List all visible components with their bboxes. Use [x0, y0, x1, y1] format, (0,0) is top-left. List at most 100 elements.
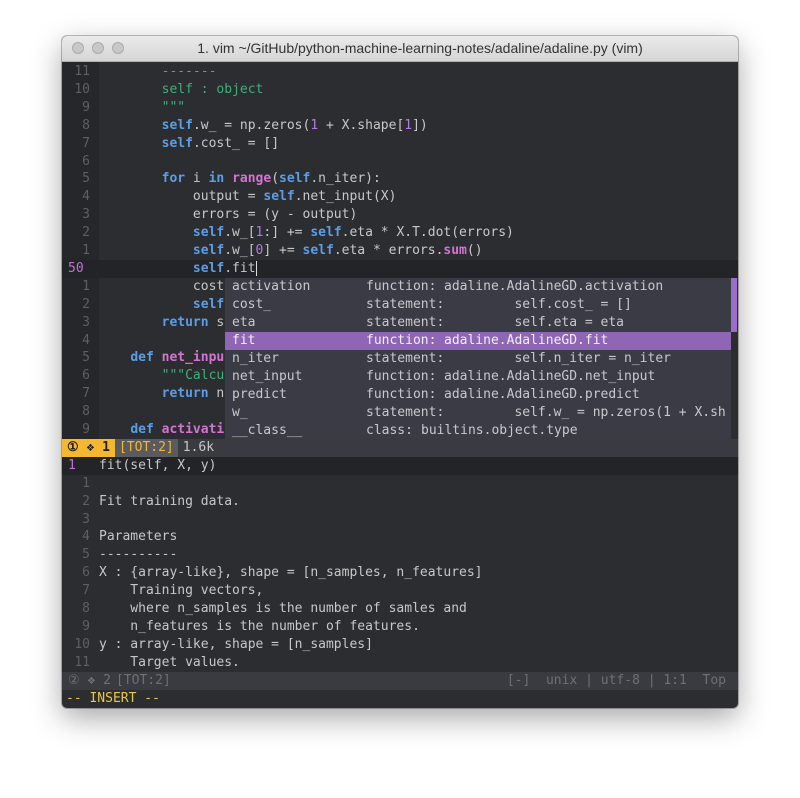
completion-info: adaline.AdalineGD.activation [444, 278, 664, 294]
line-number: 7 [82, 583, 90, 599]
completion-item-netinput[interactable]: net_input function: adaline.AdalineGD.net_… [225, 368, 731, 386]
window-title: 1. vim ~/GitHub/python-machine-learning-… [197, 40, 643, 56]
line-number: 1 [68, 457, 76, 473]
line-number: 9 [82, 618, 90, 634]
completion-kind: function: [366, 386, 437, 402]
line-number: 3 [82, 207, 90, 223]
completion-info: self.n_iter = n_iter [444, 350, 671, 366]
code-token: ] += [263, 243, 303, 258]
completion-info: self.w_ = np.zeros(1 + X.sh [444, 404, 726, 420]
doc-text: ---------- [99, 547, 178, 563]
line-number: 2 [82, 225, 90, 241]
doc-line: 4 Parameters [62, 528, 738, 546]
doc-text: Fit training data. [99, 493, 240, 509]
line-number: 10 [74, 81, 90, 97]
code-line[interactable]: 10 self : object [62, 81, 738, 99]
line-number: 10 [74, 636, 90, 652]
code-line[interactable]: 1 self.w_[0] += self.eta * errors.sum() [62, 242, 738, 260]
line-number: 5 [82, 547, 90, 563]
code-line[interactable]: 3 errors = (y - output) [62, 206, 738, 224]
line-number: 4 [82, 332, 90, 348]
code-line[interactable]: 11 ------- [62, 63, 738, 81]
code-line[interactable]: 9 """ [62, 99, 738, 117]
doc-line: 8 where n_samples is the number of samle… [62, 600, 738, 618]
completion-scrollbar[interactable] [731, 277, 737, 332]
code-token: self [310, 225, 342, 241]
code-text: """ [99, 99, 185, 117]
statusline-bottom: ② ❖ 2 [TOT:2] [-] unix | utf-8 | 1:1 Top [62, 671, 738, 690]
doc-line: 2 Fit training data. [62, 493, 738, 511]
code-line[interactable]: 8 self.w_ = np.zeros(1 + X.shape[1]) [62, 117, 738, 135]
code-token: () [466, 243, 483, 258]
line-number: 7 [82, 135, 90, 151]
code-token: :] += [263, 225, 311, 241]
code-token: .w_[ [224, 243, 256, 258]
code-token: self [279, 171, 311, 187]
completion-word: cost_ [232, 296, 272, 312]
line-number: 5 [82, 171, 90, 187]
completion-item-class[interactable]: __class__ class: builtins.object.type [225, 422, 731, 440]
completion-popup[interactable]: activation function: adaline.AdalineGD.act… [225, 277, 737, 458]
tot-indicator: [TOT:2] [115, 672, 171, 688]
line-number: 5 [82, 350, 90, 366]
code-text: self.w_[1:] += self.eta * X.T.dot(errors… [99, 224, 514, 242]
code-token: self : object [161, 81, 264, 97]
line-number: 8 [82, 117, 90, 133]
preview-signature-line: 1 fit(self, X, y) [62, 456, 738, 475]
completion-item-activation[interactable]: activation function: adaline.AdalineGD.act… [225, 278, 731, 296]
completion-item-fit[interactable]: fit function: adaline.AdalineGD.fit [225, 331, 731, 350]
doc-line: 1 [62, 475, 738, 493]
doc-line: 10 y : array-like, shape = [n_samples] [62, 636, 738, 654]
code-text: def activati [99, 421, 224, 439]
completion-kind: statement: [366, 350, 445, 366]
file-info: [-] unix | utf-8 | 1:1 Top [506, 672, 726, 688]
code-token: .fit [224, 260, 256, 276]
completion-word: fit [232, 332, 256, 348]
code-line[interactable]: 4 output = self.net_input(X) [62, 188, 738, 206]
line-number: 6 [82, 368, 90, 384]
code-line[interactable]: 5 for i in range(self.n_iter): [62, 170, 738, 188]
vim-editor[interactable]: 11 ------- 10 self : object 9 """ 8 self.w_… [62, 62, 738, 708]
statusline-top: ① ❖ 1 [TOT:2] 1.6k [62, 438, 738, 457]
completion-kind: function: [366, 332, 437, 348]
code-line[interactable]: 6 [62, 153, 738, 171]
title-bar: 1. vim ~/GitHub/python-machine-learning-… [62, 36, 738, 62]
completion-item-cost[interactable]: cost_ statement: self.cost_ = [] [225, 296, 731, 314]
completion-kind: function: [366, 278, 437, 294]
code-token: def [130, 350, 154, 366]
doc-line: 3 [62, 511, 738, 529]
completion-item-eta[interactable]: eta statement: self.eta = eta [225, 314, 731, 332]
code-text: output = self.net_input(X) [99, 188, 397, 206]
code-token: self [161, 117, 193, 133]
window-number-badge: ① ❖ 1 [62, 438, 115, 457]
window-number: ② ❖ 2 [68, 672, 111, 688]
completion-item-w[interactable]: w_ statement: self.w_ = np.zeros(1 + X.sh [225, 404, 731, 422]
code-line[interactable]: 7 self.cost_ = [] [62, 135, 738, 153]
terminal-window: 1. vim ~/GitHub/python-machine-learning-… [62, 36, 738, 708]
code-token: return [161, 314, 209, 330]
line-number: 11 [74, 654, 90, 670]
code-token: self [192, 296, 225, 312]
cursor [255, 260, 257, 276]
code-token: output = [99, 189, 264, 205]
completion-item-predict[interactable]: predict function: adaline.AdalineGD.predic… [225, 386, 731, 404]
code-line[interactable]: 50 self.fit [62, 259, 738, 278]
code-line[interactable]: 2 self.w_[1:] += self.eta * X.T.dot(erro… [62, 224, 738, 242]
line-number: 9 [82, 422, 90, 437]
code-token: self [192, 260, 225, 276]
doc-text: Parameters [99, 529, 178, 545]
line-number: 50 [68, 260, 84, 276]
completion-item-niter[interactable]: n_iter statement: self.n_iter = n_iter [225, 350, 731, 368]
code-token: ]) [412, 117, 428, 133]
line-number: 1 [82, 243, 90, 258]
signature-text: fit(self, X, y) [99, 457, 217, 473]
